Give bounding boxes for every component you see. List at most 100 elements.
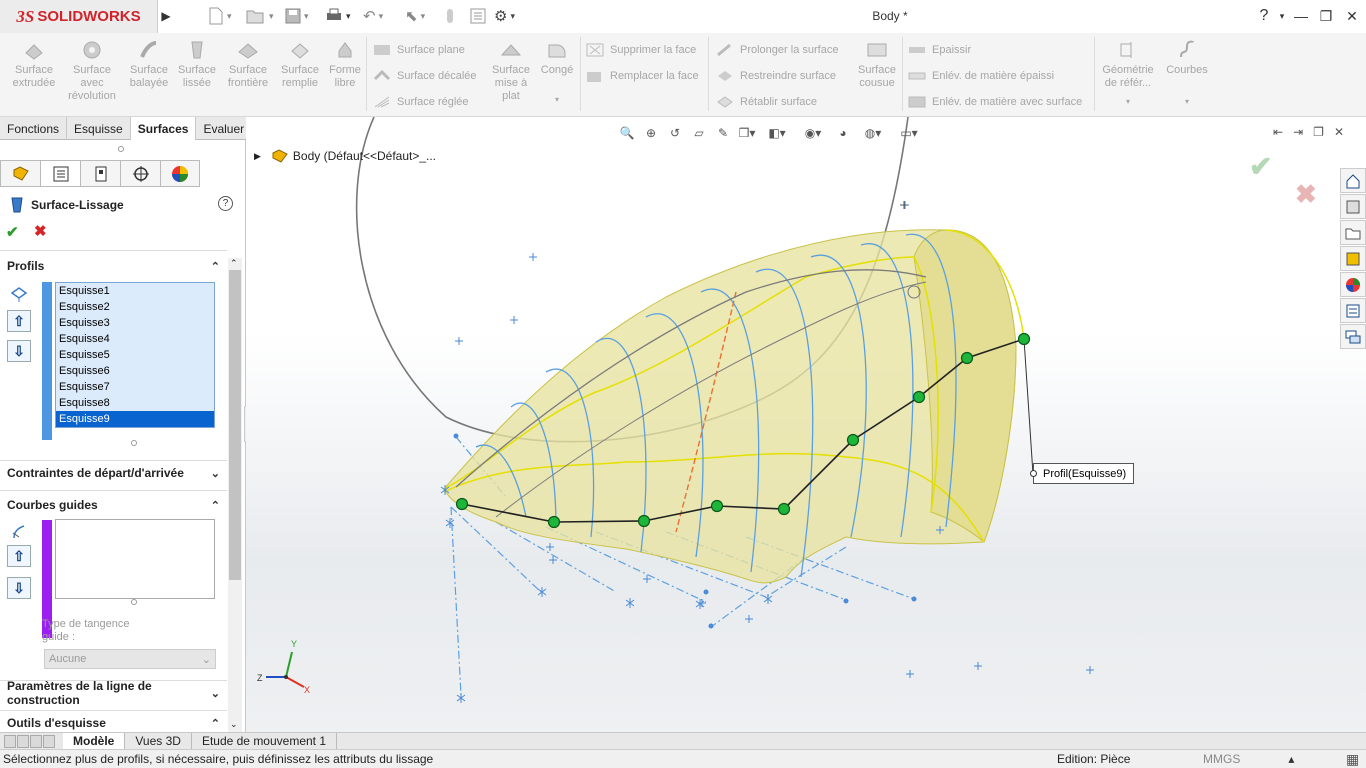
delete-face-button[interactable]: Supprimer la face (585, 39, 696, 61)
list-item[interactable]: Esquisse8 (56, 395, 214, 411)
tab-evaluer[interactable]: Evaluer (196, 117, 253, 140)
select-pointer-icon[interactable]: ⬉ ▾ (405, 6, 425, 26)
print-icon[interactable]: ▾ (325, 6, 351, 26)
outils-section-header[interactable]: Outils d'esquisse ⌃ (0, 714, 227, 732)
save-icon[interactable]: ▾ (285, 6, 309, 26)
previous-window-icon[interactable]: ⇤ (1273, 125, 1283, 139)
replace-face-button[interactable]: Remplacer la face (585, 65, 699, 87)
guide-move-down-button[interactable]: ⇩ (7, 577, 31, 599)
surface-extruded-button[interactable]: Surface extrudée (10, 38, 58, 90)
contraintes-section-header[interactable]: Contraintes de départ/d'arrivée ⌄ (0, 462, 227, 484)
confirm-corner-ok-icon[interactable]: ✔ (1249, 150, 1272, 183)
list-item[interactable]: Esquisse4 (56, 331, 214, 347)
list-item[interactable]: Esquisse2 (56, 299, 214, 315)
undo-icon[interactable]: ↶ ▾ (363, 6, 383, 26)
list-item[interactable]: Esquisse7 (56, 379, 214, 395)
first-tab-icon[interactable] (4, 734, 16, 748)
list-item[interactable]: Esquisse5 (56, 347, 214, 363)
surface-loft-button[interactable]: Surface lissée (176, 38, 218, 90)
thickened-cut-button[interactable]: Enlév. de matière épaissi (907, 65, 1054, 87)
curves-button[interactable]: Courbes ▾ (1162, 38, 1212, 108)
appearances-icon[interactable] (1340, 272, 1366, 297)
panel-scrollbar[interactable]: ⌃ ⌄ (228, 258, 242, 732)
tab-surfaces[interactable]: Surfaces (130, 117, 197, 140)
freeform-button[interactable]: Forme libre (326, 38, 364, 90)
guide-curves-list[interactable] (55, 519, 215, 599)
graphics-area[interactable]: Y X Z 🔍 ⊕ ↺ ▱ ✎ ❒▾ ◧▾ ◉▾ ◕ ◍▾ ▭▾ ▶ Body … (246, 117, 1366, 732)
display-manager-tab[interactable] (160, 160, 200, 187)
zoom-to-fit-icon[interactable]: 🔍 (616, 122, 638, 144)
new-document-icon[interactable]: ▾ (208, 6, 232, 26)
next-tab-icon[interactable] (30, 734, 42, 748)
prev-tab-icon[interactable] (17, 734, 29, 748)
planar-surface-button[interactable]: Surface plane (372, 39, 465, 61)
last-tab-icon[interactable] (43, 734, 55, 748)
configuration-manager-tab[interactable] (80, 160, 120, 187)
trim-surface-button[interactable]: Restreindre surface (715, 65, 836, 87)
unit-system-selector[interactable]: MMGS ▴ (1203, 752, 1294, 766)
home-icon[interactable] (1340, 168, 1366, 193)
file-explorer-icon[interactable] (1340, 220, 1366, 245)
previous-view-icon[interactable]: ↺ (664, 122, 686, 144)
loft-surface-model[interactable]: Y X Z (246, 117, 1366, 732)
list-item[interactable]: Esquisse6 (56, 363, 214, 379)
help-question-icon[interactable]: ? (218, 196, 233, 211)
surface-boundary-button[interactable]: Surface frontière (224, 38, 272, 90)
untrim-surface-button[interactable]: Rétablir surface (715, 91, 817, 113)
scroll-up-icon[interactable]: ⌃ (230, 258, 238, 269)
ruled-surface-button[interactable]: Surface réglée (372, 91, 469, 113)
view-palette-icon[interactable] (1340, 246, 1366, 271)
guide-move-up-button[interactable]: ⇧ (7, 545, 31, 567)
hide-show-items-icon[interactable]: ◉▾ (796, 122, 830, 144)
view-orientation-icon[interactable]: ❒▾ (736, 122, 758, 144)
tab-etude-de-mouvement[interactable]: Etude de mouvement 1 (192, 732, 338, 750)
courbes-guides-section-header[interactable]: Courbes guides ⌃ (0, 494, 227, 516)
feature-tree-tab[interactable] (0, 160, 40, 187)
confirm-corner-cancel-icon[interactable]: ✖ (1295, 179, 1317, 210)
move-up-button[interactable]: ⇧ (7, 310, 31, 332)
flatten-surface-button[interactable]: Surface mise à plat (488, 38, 534, 103)
cut-with-surface-button[interactable]: Enlév. de matière avec surface (907, 91, 1082, 113)
solidworks-logo[interactable]: 3S SOLIDWORKS (0, 0, 158, 33)
move-down-button[interactable]: ⇩ (7, 340, 31, 362)
parametres-section-header[interactable]: Paramètres de la ligne de construction ⌄ (0, 679, 227, 707)
ok-button[interactable]: ✔ (6, 223, 19, 241)
extend-surface-button[interactable]: Prolonger la surface (715, 39, 838, 61)
tab-vues-3d[interactable]: Vues 3D (125, 732, 192, 750)
tab-modele[interactable]: Modèle (63, 732, 126, 750)
panel-splitter-handle[interactable] (118, 146, 124, 152)
view-settings-icon[interactable]: ▭▾ (892, 122, 926, 144)
reference-geometry-button[interactable]: Géométrie de référ... ▾ (1098, 38, 1158, 108)
zoom-to-area-icon[interactable]: ⊕ (640, 122, 662, 144)
list-resize-handle[interactable] (131, 440, 137, 446)
file-properties-icon[interactable] (470, 6, 486, 26)
fillet-button[interactable]: Congé ▾ (538, 38, 576, 106)
custom-properties-icon[interactable] (1340, 298, 1366, 323)
profiles-list[interactable]: Esquisse1 Esquisse2 Esquisse3 Esquisse4 … (55, 282, 215, 428)
next-window-icon[interactable]: ⇥ (1293, 125, 1303, 139)
thicken-button[interactable]: Epaissir (907, 39, 971, 61)
list-item[interactable]: Esquisse1 (56, 283, 214, 299)
tab-fonctions[interactable]: Fonctions (0, 117, 68, 140)
list-item-selected[interactable]: Esquisse9 (56, 411, 214, 427)
knit-surface-button[interactable]: Surface cousue (854, 38, 900, 90)
offset-surface-button[interactable]: Surface décalée (372, 65, 477, 87)
list-resize-handle[interactable] (131, 599, 137, 605)
display-style-icon[interactable]: ◧▾ (760, 122, 794, 144)
scroll-down-icon[interactable]: ⌄ (230, 719, 238, 730)
dimxpert-manager-tab[interactable] (120, 160, 160, 187)
open-document-icon[interactable]: ▾ (246, 6, 274, 26)
list-item[interactable]: Esquisse3 (56, 315, 214, 331)
menu-expand-arrow-icon[interactable]: ▶ (159, 5, 173, 27)
apply-scene-icon[interactable]: ◍▾ (856, 122, 890, 144)
profile-callout-tag[interactable]: Profil(Esquisse9) (1030, 463, 1135, 484)
surface-revolve-button[interactable]: Surface avec révolution (64, 38, 120, 103)
rebuild-icon[interactable] (445, 6, 455, 26)
tab-esquisse[interactable]: Esquisse (67, 117, 131, 140)
edit-appearance-icon[interactable]: ◕ (832, 122, 854, 144)
property-manager-tab[interactable] (40, 160, 80, 187)
design-library-icon[interactable] (1340, 194, 1366, 219)
options-gear-icon[interactable]: ⚙ ▾ (494, 6, 515, 26)
tangency-type-select[interactable]: Aucune ⌄ (44, 649, 216, 669)
minimize-button[interactable]: — (1290, 5, 1312, 27)
